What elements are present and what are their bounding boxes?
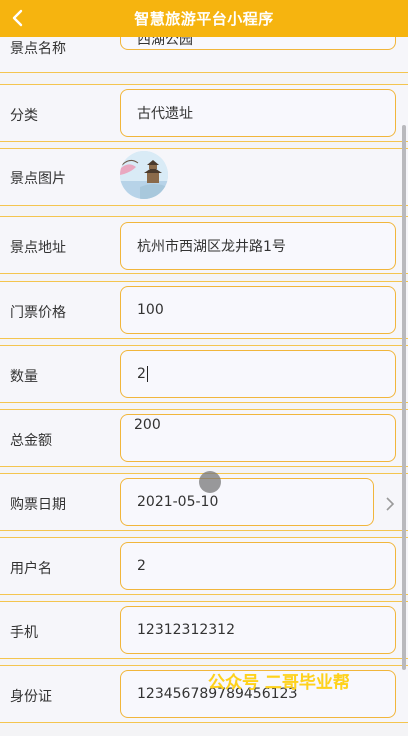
ticket-price-label: 门票价格 [10,305,66,321]
category-label: 分类 [10,108,38,124]
form-row-address: 景点地址 杭州市西湖区龙井路1号 [0,216,408,274]
scrollbar[interactable] [402,125,406,670]
address-label: 景点地址 [10,240,66,256]
page-title: 智慧旅游平台小程序 [134,10,274,28]
address-field[interactable]: 杭州市西湖区龙井路1号 [120,222,396,270]
form-row-ticket-price: 门票价格 100 [0,281,408,339]
ticket-price-field[interactable]: 100 [120,286,396,334]
ticket-date-label: 购票日期 [10,497,66,513]
form-row-scenic-image: 景点图片 [0,148,408,206]
form-row-total-amount: 总金额 200 [0,409,408,467]
username-value: 2 [137,558,146,574]
phone-field[interactable]: 12312312312 [120,606,396,654]
form-row-username: 用户名 2 [0,537,408,595]
touch-indicator [199,471,221,493]
quantity-value: 2 [137,366,146,382]
address-value: 杭州市西湖区龙井路1号 [137,239,286,255]
quantity-input[interactable]: 2 [120,350,396,398]
form-row-phone: 手机 12312312312 [0,601,408,659]
watermark: 公众号 二哥毕业帮 [208,673,350,693]
chevron-left-icon [12,9,23,27]
nav-bar: 智慧旅游平台小程序 [0,0,408,37]
phone-value: 12312312312 [137,622,235,638]
text-cursor [146,366,148,382]
form-row-quantity: 数量 2 [0,345,408,403]
username-field[interactable]: 2 [120,542,396,590]
scenic-name-field[interactable]: 西湖公园 [120,37,396,50]
pagoda-image [120,151,168,199]
total-amount-value: 200 [134,417,161,433]
username-label: 用户名 [10,561,52,577]
total-amount-label: 总金额 [10,433,52,449]
chevron-right-icon[interactable] [382,496,398,512]
form-row-scenic-name: 景点名称 西湖公园 [0,37,408,73]
scenic-image-label: 景点图片 [10,171,66,187]
ticket-form: 景点名称 西湖公园 分类 古代遗址 景点图片 景点地址 杭州市西湖区龙井路1号 [0,37,408,736]
category-field[interactable]: 古代遗址 [120,89,396,137]
phone-label: 手机 [10,625,38,641]
ticket-date-picker[interactable]: 2021-05-10 [120,478,374,526]
scenic-name-value: 西湖公园 [137,37,193,48]
ticket-date-value: 2021-05-10 [137,494,219,510]
scenic-name-label: 景点名称 [10,41,66,57]
category-value: 古代遗址 [137,106,193,122]
back-button[interactable] [6,6,30,30]
form-row-category: 分类 古代遗址 [0,84,408,142]
ticket-price-value: 100 [137,302,164,318]
id-card-label: 身份证 [10,689,52,705]
quantity-label: 数量 [10,369,38,385]
total-amount-field[interactable]: 200 [120,414,396,462]
scenic-image-thumbnail[interactable] [120,151,168,199]
